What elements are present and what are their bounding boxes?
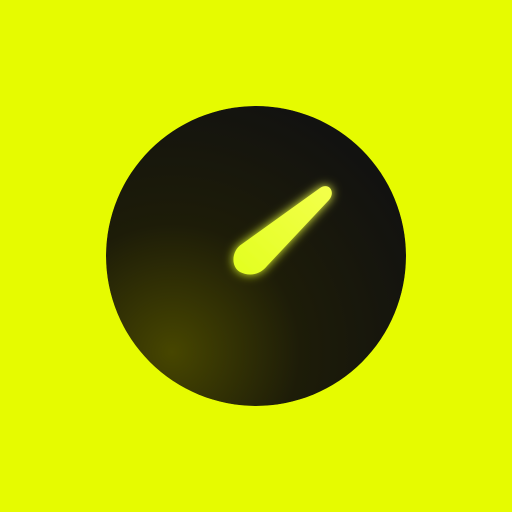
speedometer-gauge-icon	[106, 106, 406, 406]
speedometer-dial	[106, 106, 406, 406]
app-icon-canvas	[0, 0, 512, 512]
